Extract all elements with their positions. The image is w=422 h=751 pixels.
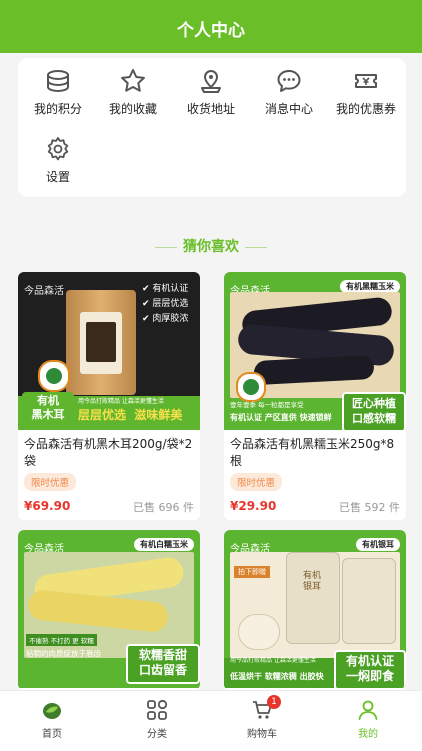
product-image: 今品森活 有机白糯玉米 不催熟 不打药 更 软糯 粘稠的肉质绽放于唇齿 软糯香甜… [18,530,200,688]
organic-cert-logo [38,360,70,392]
product-image: 今品森活 有机黑糯玉米 壹年壹季 每一粒都是享受 有机认证 产区直供 快速锁鲜 … [224,272,406,430]
tab-category[interactable]: 分类 [117,699,197,740]
product-card[interactable]: 今品森活 有机银耳 拍下即赠 有机银耳 用今品打败精品 让森活更懂生活 低温烘干… [224,530,406,690]
menu-card: 我的积分 我的收藏 收货地址 消息中心 我的优惠券 设置 [18,58,406,197]
menu-item-points[interactable]: 我的积分 [18,58,98,118]
promo-tag: 限时优惠 [230,473,283,491]
product-card[interactable]: 今品森活 ✔ 有机认证 ✔ 层层优选 ✔ 肉厚胶浓 有机 黑木耳 层层优选 滋味… [18,272,200,520]
image-subline: 粘稠的肉质绽放于唇齿 [26,649,101,658]
image-subline: 用今品打败精品 让森活更懂生活 [78,398,164,405]
page-header: 个人中心 [0,0,422,53]
menu-item-coupons[interactable]: 我的优惠券 [326,58,406,118]
image-badge: 匠心种植 口感软糯 [342,392,406,430]
coins-icon [47,70,69,93]
product-jar [342,558,396,644]
gear-icon [47,137,69,161]
image-subline: 不催熟 不打药 更 软糯 [26,634,97,646]
chat-bubble-icon [277,70,301,92]
price-row: ¥69.90 已售 696 件 [18,491,200,519]
bottom-tab-bar: 首页 分类 1 购物车 我的 [0,690,422,751]
home-leaf-icon [43,703,61,719]
price-row: ¥29.90 已售 592 件 [224,491,406,519]
product-package [66,290,136,395]
organic-cert-logo [236,372,266,402]
image-badge: 软糯香甜 口齿留香 [126,644,200,684]
product-price: ¥69.90 [24,499,71,513]
product-card[interactable]: 今品森活 有机黑糯玉米 壹年壹季 每一粒都是享受 有机认证 产区直供 快速锁鲜 … [224,272,406,520]
promo-tag: 限时优惠 [24,473,77,491]
dessert-bowl [238,614,280,650]
image-slogan: 层层优选 滋味鲜美 [78,408,183,422]
package-contents [86,322,116,362]
product-name: 今品森活有机黑木耳200g/袋*2袋 [24,437,193,468]
menu-item-settings[interactable]: 设置 [18,126,98,186]
cart-count-badge: 1 [267,695,281,709]
image-badge: 有机认证 一焖即食 [334,650,406,688]
title-deco-left [155,246,177,248]
tab-mine[interactable]: 我的 [328,699,408,740]
image-badge: 有机 黑木耳 [22,392,74,424]
feature-list: ✔ 有机认证 ✔ 层层优选 ✔ 肉厚胶浓 [142,282,188,327]
product-card[interactable]: 今品森活 有机白糯玉米 不催熟 不打药 更 软糯 粘稠的肉质绽放于唇齿 软糯香甜… [18,530,200,690]
image-slogan: 有机认证 产区直供 快速锁鲜 [230,413,332,422]
category-grid-icon [147,699,168,720]
user-icon [358,700,378,720]
map-pin-icon [201,69,221,93]
menu-item-address[interactable]: 收货地址 [171,58,251,118]
image-tag: 拍下即赠 [234,566,270,578]
sold-count: 已售 592 件 [339,501,400,514]
image-slogan: 低温烘干 软糯浓稠 出胶快 [230,672,324,681]
product-image: 今品森活 ✔ 有机认证 ✔ 层层优选 ✔ 肉厚胶浓 有机 黑木耳 层层优选 滋味… [18,272,200,430]
feature-item: ✔ 有机认证 [142,284,189,294]
feature-item: ✔ 层层优选 [142,299,189,309]
star-icon [121,69,145,92]
product-name: 今品森活有机黑糯玉米250g*8根 [230,437,395,468]
tab-cart[interactable]: 1 购物车 [222,695,302,740]
menu-item-favorites[interactable]: 我的收藏 [93,58,173,118]
page-title: 个人中心 [177,21,245,41]
title-deco-right [245,246,267,248]
image-subline: 壹年壹季 每一粒都是享受 [230,401,304,409]
coupon-icon [355,74,377,88]
jar-label: 有机银耳 [302,571,321,592]
image-label: 有机银耳 [356,538,400,551]
feature-item: ✔ 肉厚胶浓 [142,314,189,324]
image-subline: 用今品打败精品 让森活更懂生活 [230,657,316,664]
tab-home[interactable]: 首页 [12,699,92,740]
sold-count: 已售 696 件 [133,501,194,514]
menu-item-messages[interactable]: 消息中心 [249,58,329,118]
product-jar: 有机银耳 [286,552,340,644]
image-label: 有机白糯玉米 [134,538,194,551]
product-image: 今品森活 有机银耳 拍下即赠 有机银耳 用今品打败精品 让森活更懂生活 低温烘干… [224,530,406,688]
recommend-section-title: 猜你喜欢 [0,236,422,256]
product-price: ¥29.90 [230,499,277,513]
